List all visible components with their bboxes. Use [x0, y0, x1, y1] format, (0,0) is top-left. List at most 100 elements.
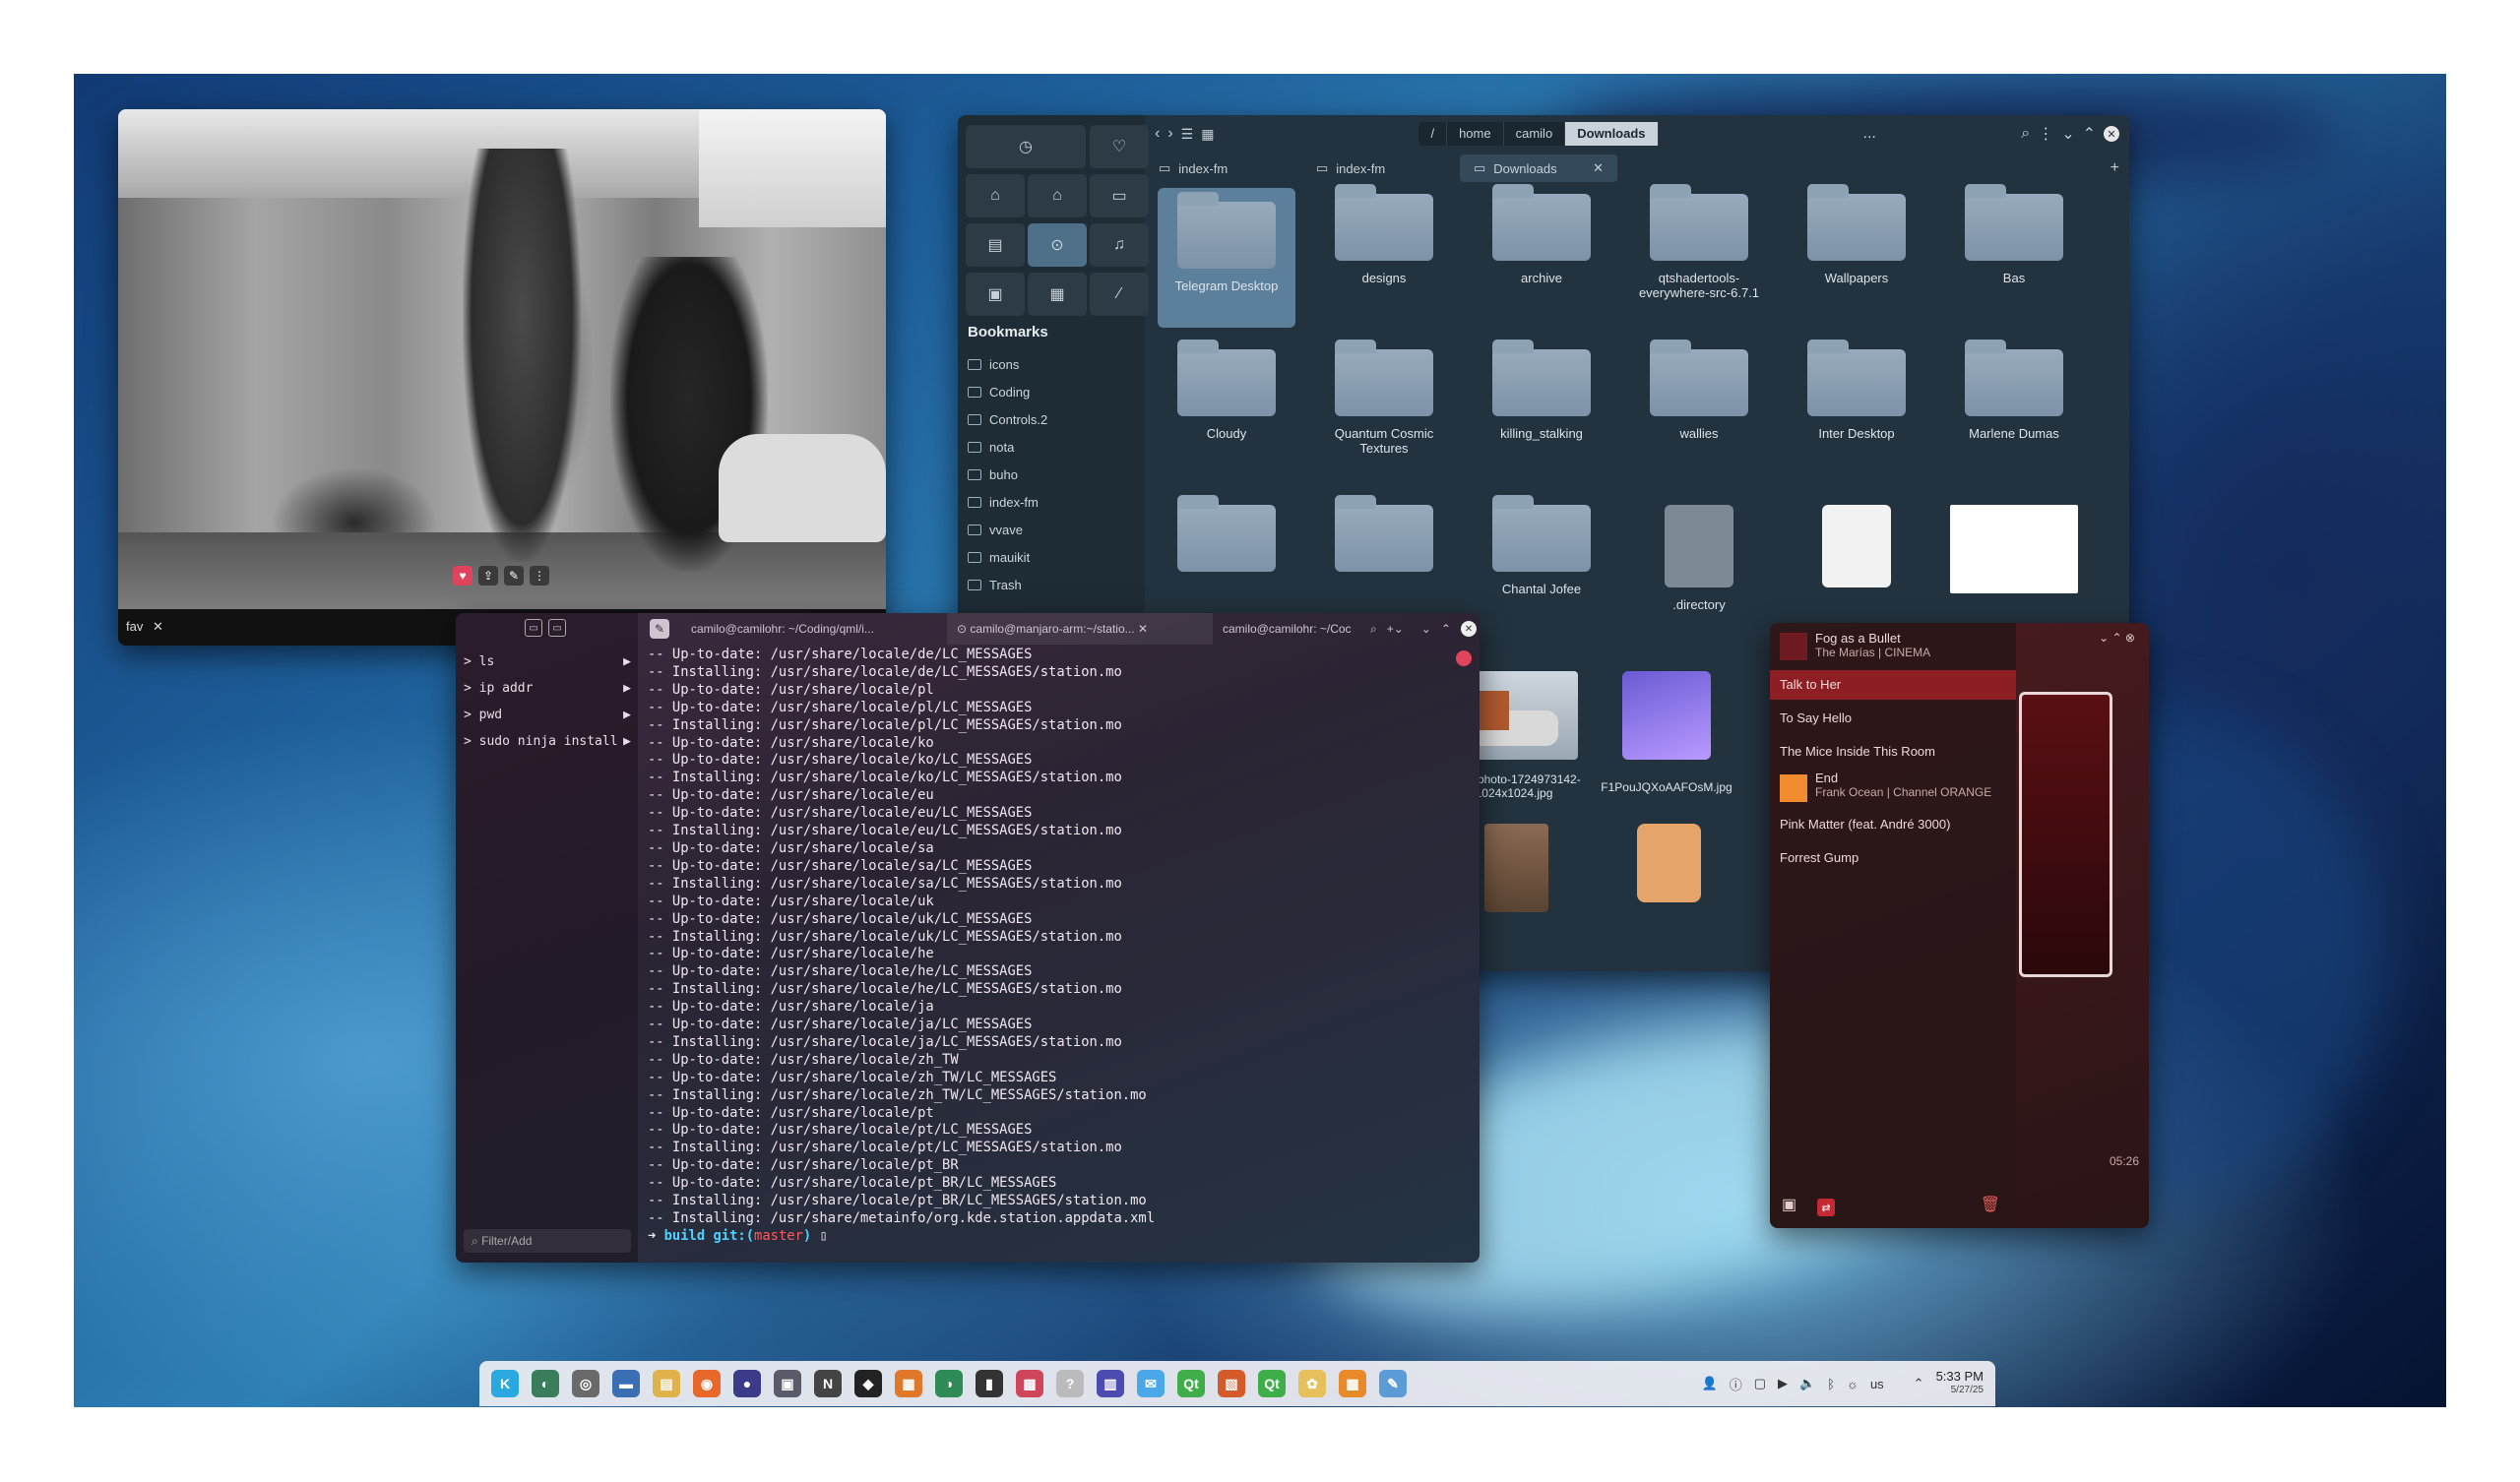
folder-item[interactable]: Telegram Desktop	[1158, 188, 1295, 328]
dock-app-icon[interactable]: N	[814, 1370, 842, 1397]
expand-tray-icon[interactable]: ⌃	[1914, 1376, 1924, 1391]
close-icon[interactable]: ✕	[153, 619, 163, 634]
new-tab-icon[interactable]: +	[2110, 159, 2119, 177]
downloads-icon[interactable]: ⊙	[1028, 223, 1087, 267]
folder-item[interactable]: Wallpapers	[1788, 184, 1925, 285]
search-icon[interactable]: ⌕	[1370, 622, 1377, 637]
crumb-downloads[interactable]: Downloads	[1565, 122, 1659, 146]
crumb-root[interactable]: /	[1418, 122, 1448, 146]
file-thumbnail[interactable]	[1622, 671, 1711, 760]
dock-app-icon[interactable]: ▤	[653, 1370, 680, 1397]
bookmark-item[interactable]: mauikit	[968, 550, 1030, 565]
bookmark-item[interactable]: buho	[968, 467, 1018, 482]
track-item[interactable]: Forrest Gump	[1770, 843, 2016, 873]
dock-app-icon[interactable]: ◆	[854, 1370, 882, 1397]
dock-app-icon[interactable]: ▩	[1016, 1370, 1043, 1397]
bookmark-item[interactable]: vvave	[968, 523, 1023, 537]
folder-item[interactable]: .directory	[1630, 505, 1768, 612]
history-item[interactable]: > pwd ▶	[464, 708, 631, 722]
track-item[interactable]: The Mice Inside This Room	[1770, 737, 2016, 767]
dock-app-icon[interactable]: ✎	[1379, 1370, 1407, 1397]
dock-app-icon[interactable]: ✉	[1137, 1370, 1165, 1397]
clock[interactable]: 5:33 PM 5/27/25	[1936, 1370, 1984, 1397]
dock-app-icon[interactable]: ▣	[774, 1370, 801, 1397]
minimize-icon[interactable]: ⌄	[1421, 622, 1431, 636]
documents-icon[interactable]: ▤	[966, 223, 1025, 267]
media-icon[interactable]: ▶	[1778, 1376, 1788, 1391]
clipboard-icon[interactable]: ▢	[1754, 1376, 1766, 1391]
crumb-camilo[interactable]: camilo	[1504, 122, 1566, 146]
dock-app-icon[interactable]: ▮	[976, 1370, 1003, 1397]
dock-app-icon[interactable]: ◑	[935, 1370, 963, 1397]
forward-icon[interactable]: ›	[1167, 125, 1172, 143]
music-icon[interactable]: ♫	[1090, 223, 1149, 267]
info-icon[interactable]: ⓘ	[1730, 1375, 1742, 1393]
desktop-icon[interactable]: ▭	[1090, 174, 1149, 217]
dock-app-icon[interactable]: ▧	[1218, 1370, 1245, 1397]
dock-app-icon[interactable]: K	[491, 1370, 519, 1397]
more-icon[interactable]: ⋮	[530, 566, 549, 586]
new-tab-icon[interactable]: +⌄	[1387, 622, 1404, 636]
dock-app-icon[interactable]: ●	[733, 1370, 761, 1397]
brightness-icon[interactable]: ☼	[1847, 1377, 1858, 1391]
close-icon[interactable]: ✕	[1460, 621, 1477, 637]
edit-icon[interactable]: ✎	[650, 619, 669, 639]
terminal-tab[interactable]: camilo@camilohr: ~/Coding/qml/i...	[681, 622, 947, 636]
bluetooth-icon[interactable]: ᛒ	[1827, 1377, 1835, 1391]
videos-icon[interactable]: ▦	[1028, 273, 1087, 316]
bookmark-trash[interactable]: Trash	[968, 578, 1022, 592]
file-thumbnail[interactable]	[1484, 824, 1548, 912]
folder-item[interactable]: Bas	[1945, 184, 2083, 285]
volume-icon[interactable]: 🔈	[1799, 1376, 1815, 1391]
folder-item[interactable]: Chantal Jofee	[1473, 495, 1610, 596]
dock-app-icon[interactable]: ✿	[1298, 1370, 1326, 1397]
shuffle-icon[interactable]: ⇄	[1817, 1199, 1835, 1216]
track-item[interactable]: End Frank Ocean | Channel ORANGE	[1770, 771, 2016, 806]
pictures-icon[interactable]: ▣	[966, 273, 1025, 316]
menu-icon[interactable]: ⋮	[2038, 124, 2053, 144]
dock-app-icon[interactable]: ◎	[572, 1370, 599, 1397]
close-icon[interactable]: ✕	[2104, 126, 2119, 142]
recent-icon[interactable]: ◷	[966, 125, 1086, 168]
window-controls[interactable]: ⌄ ⌃ ⊗	[2099, 631, 2135, 645]
keyboard-layout[interactable]: us	[1870, 1377, 1884, 1391]
folder-item[interactable]: qtshadertools-everywhere-src-6.7.1	[1630, 184, 1768, 300]
terminal-tab-active[interactable]: ⊙ camilo@manjaro-arm:~/statio... ✕	[947, 613, 1213, 645]
terminal-tab[interactable]: camilo@camilohr: ~/Coc	[1213, 622, 1360, 636]
track-item-current[interactable]: Talk to Her	[1770, 670, 2016, 700]
tab-index-fm[interactable]: ▭ index-fm	[1145, 154, 1302, 182]
list-view-icon[interactable]: ☰	[1181, 126, 1194, 143]
track-item[interactable]: Pink Matter (feat. André 3000)	[1770, 810, 2016, 839]
bookmark-item[interactable]: nota	[968, 440, 1014, 455]
terminal-output[interactable]: -- Up-to-date: /usr/share/locale/de/LC_M…	[648, 647, 1155, 1246]
dock-app-icon[interactable]: Qt	[1177, 1370, 1205, 1397]
bookmark-item[interactable]: Controls.2	[968, 412, 1047, 427]
dock-app-icon[interactable]: ◐	[532, 1370, 559, 1397]
user-icon[interactable]: 👤	[1702, 1376, 1718, 1391]
folder-item[interactable]	[1315, 495, 1453, 582]
tab-downloads[interactable]: ▭ Downloads ✕	[1460, 154, 1617, 182]
favorites-icon[interactable]: ♡	[1090, 125, 1149, 168]
minimize-icon[interactable]: ⌄	[2061, 124, 2074, 144]
dock-app-icon[interactable]: ▦	[895, 1370, 922, 1397]
dock-app-icon[interactable]: ▦	[1339, 1370, 1366, 1397]
notification-badge[interactable]	[1456, 650, 1472, 666]
dock-app-icon[interactable]: ▥	[1097, 1370, 1124, 1397]
dock-app-icon[interactable]: ◉	[693, 1370, 721, 1397]
archive-icon[interactable]	[1637, 824, 1701, 902]
delete-icon[interactable]: 🗑	[1981, 1195, 2000, 1214]
history-icon[interactable]: ▭	[525, 619, 542, 637]
edit-icon[interactable]: ✎	[504, 566, 524, 586]
save-icon[interactable]: ▣	[1782, 1195, 1796, 1214]
history-item[interactable]: > ls ▶	[464, 654, 631, 669]
folder-item[interactable]: wallies	[1630, 340, 1768, 441]
bookmarks-icon[interactable]: ▭	[548, 619, 566, 637]
grid-view-icon[interactable]: ▦	[1201, 126, 1214, 143]
share-icon[interactable]: ⇪	[478, 566, 498, 586]
folder-item[interactable]: killing_stalking	[1473, 340, 1610, 441]
folder-item[interactable]: archive	[1473, 184, 1610, 285]
heart-icon[interactable]: ♥	[453, 566, 472, 586]
folder-item[interactable]: Cloudy	[1158, 340, 1295, 441]
drawing-icon[interactable]: ⁄	[1090, 273, 1149, 316]
folder-item[interactable]: Marlene Dumas	[1945, 340, 2083, 441]
